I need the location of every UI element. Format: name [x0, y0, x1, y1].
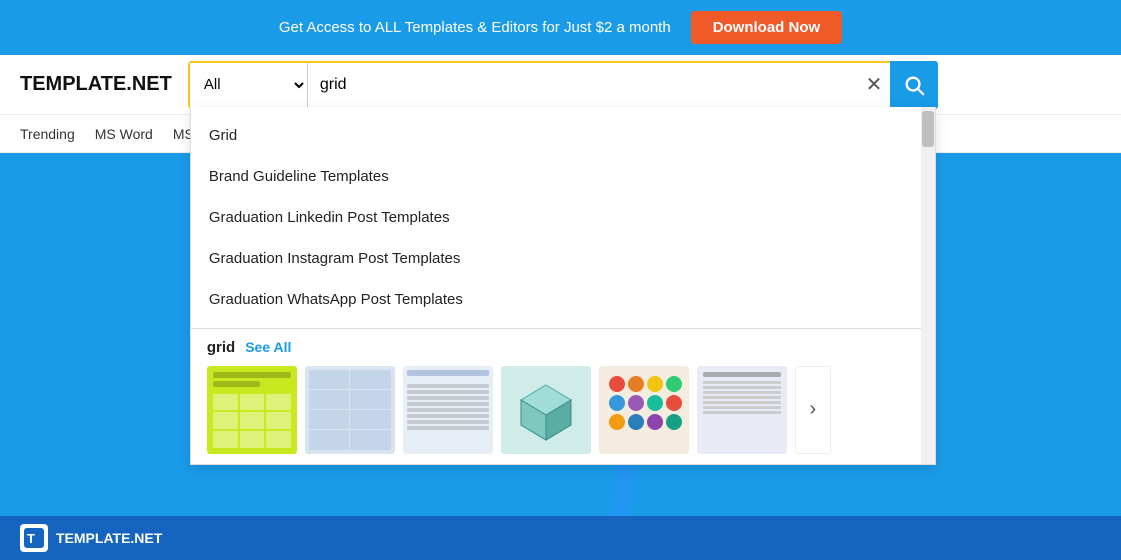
results-header: grid See All [207, 339, 905, 356]
results-query: grid [207, 339, 235, 356]
template-icon: T [24, 528, 44, 548]
suggestion-instagram[interactable]: Graduation Instagram Post Templates [191, 238, 921, 279]
banner-text: Get Access to ALL Templates & Editors fo… [279, 19, 671, 36]
nav-item-trending[interactable]: Trending [20, 126, 75, 142]
search-input[interactable] [308, 63, 858, 107]
dropdown-results: grid See All [191, 329, 921, 464]
top-banner: Get Access to ALL Templates & Editors fo… [0, 0, 1121, 55]
bottom-bar: T TEMPLATE.NET [0, 516, 1121, 560]
bottom-logo-icon: T [20, 524, 48, 552]
thumbnail-6[interactable] [697, 366, 787, 454]
header: TEMPLATE . NET All Word Excel PowerPoint… [0, 55, 1121, 115]
suggestion-linkedin[interactable]: Graduation Linkedin Post Templates [191, 197, 921, 238]
search-icon [903, 74, 925, 96]
isometric-box-icon [511, 375, 581, 445]
logo-template: TEMPLATE [20, 73, 126, 96]
see-all-link[interactable]: See All [245, 339, 291, 355]
suggestion-brand[interactable]: Brand Guideline Templates [191, 156, 921, 197]
scroll-thumb [922, 111, 934, 147]
thumbnail-2[interactable] [305, 366, 395, 454]
bottom-logo-text: TEMPLATE.NET [56, 530, 162, 546]
thumbnail-3[interactable] [403, 366, 493, 454]
search-clear-button[interactable]: ✕ [858, 72, 891, 97]
thumbnails-row: › [207, 366, 905, 454]
search-dropdown: Grid Brand Guideline Templates Graduatio… [190, 107, 936, 465]
svg-text:T: T [27, 531, 35, 546]
suggestion-grid[interactable]: Grid [191, 115, 921, 156]
thumbnail-4[interactable] [501, 366, 591, 454]
suggestion-whatsapp[interactable]: Graduation WhatsApp Post Templates [191, 279, 921, 320]
scrollbar[interactable] [921, 107, 935, 464]
download-button[interactable]: Download Now [691, 11, 843, 44]
search-category-select[interactable]: All Word Excel PowerPoint PDF [190, 63, 308, 107]
thumbnail-5[interactable] [599, 366, 689, 454]
search-button[interactable] [890, 61, 938, 109]
dropdown-suggestions: Grid Brand Guideline Templates Graduatio… [191, 107, 921, 329]
nav-item-msword[interactable]: MS Word [95, 126, 153, 142]
thumbnail-1[interactable] [207, 366, 297, 454]
logo-net: NET [132, 73, 172, 96]
next-arrow-button[interactable]: › [795, 366, 831, 454]
search-container: All Word Excel PowerPoint PDF ✕ Grid Bra… [188, 61, 938, 109]
logo: TEMPLATE . NET [20, 73, 172, 96]
